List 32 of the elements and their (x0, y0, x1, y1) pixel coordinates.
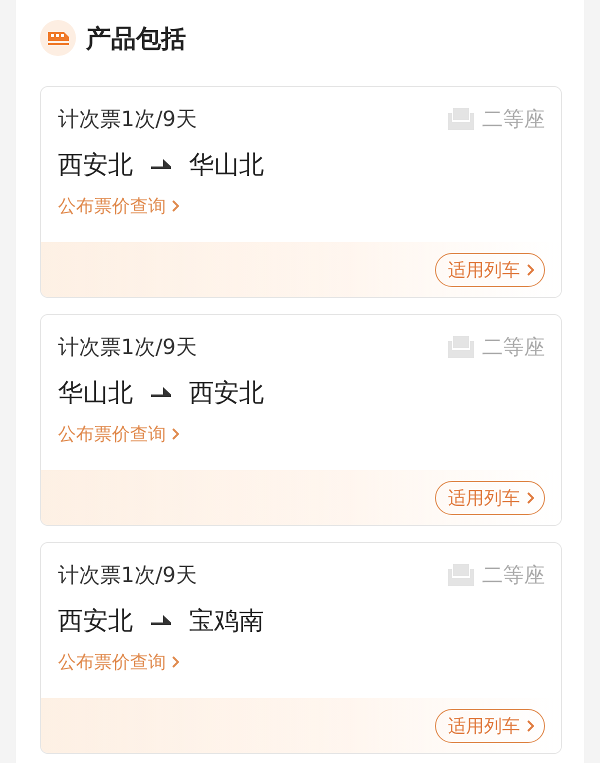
trains-button[interactable]: 适用列车 (435, 480, 545, 514)
departure-station: 华山北 (58, 376, 133, 408)
seat-icon (448, 336, 474, 358)
seat-icon (448, 108, 474, 130)
train-icon (40, 20, 76, 56)
trains-button[interactable]: 适用列车 (435, 708, 545, 742)
seat-icon (448, 564, 474, 586)
fare-link[interactable]: 公布票价查询 (58, 194, 166, 218)
chevron-icon (171, 428, 179, 440)
chevron-icon (526, 492, 534, 504)
arrow-icon (151, 159, 171, 169)
arrival-station: 西安北 (189, 376, 264, 408)
seat-class: 二等座 (482, 334, 545, 361)
seat-class: 二等座 (482, 562, 545, 589)
departure-station: 西安北 (58, 148, 133, 180)
arrival-station: 华山北 (189, 148, 264, 180)
chevron-icon (171, 200, 179, 212)
chevron-icon (526, 720, 534, 732)
trains-button[interactable]: 适用列车 (435, 252, 545, 286)
chevron-icon (171, 656, 179, 668)
seat-class: 二等座 (482, 106, 545, 133)
arrival-station: 宝鸡南 (189, 604, 264, 636)
section-title: 产品包括 (86, 22, 186, 54)
ticket-type: 计次票1次/9天 (58, 106, 197, 133)
arrow-icon (151, 387, 171, 397)
chevron-icon (526, 264, 534, 276)
fare-link[interactable]: 公布票价查询 (58, 650, 166, 674)
departure-station: 西安北 (58, 604, 133, 636)
ticket-type: 计次票1次/9天 (58, 562, 197, 589)
arrow-icon (151, 615, 171, 625)
fare-link[interactable]: 公布票价查询 (58, 422, 166, 446)
ticket-type: 计次票1次/9天 (58, 334, 197, 361)
